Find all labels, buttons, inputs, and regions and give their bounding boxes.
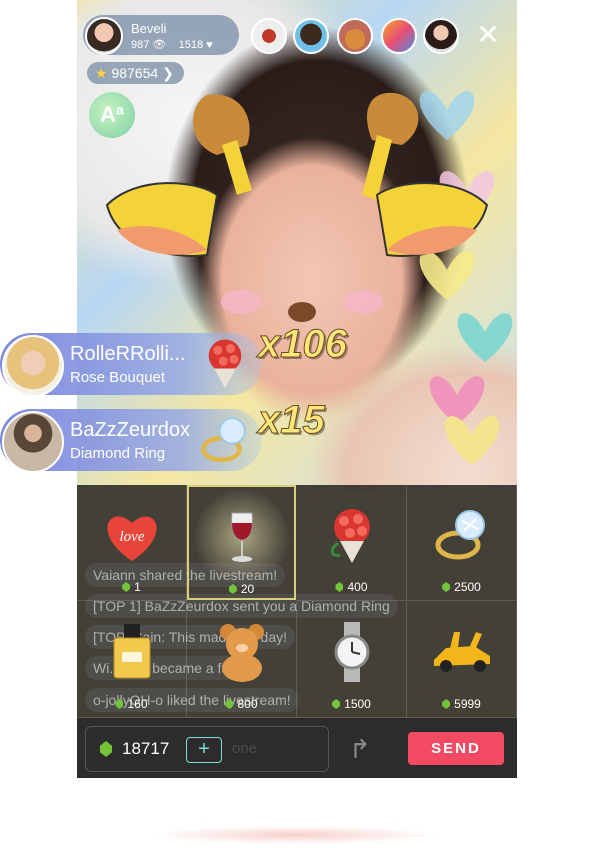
sender-name: BaZzZeurdox	[70, 419, 191, 441]
gift-price: 20	[240, 582, 255, 596]
balance-box: 18717 + one	[85, 726, 329, 772]
gift-notification: BaZzZeurdox Diamond Ring	[0, 409, 262, 473]
gift-price: 800	[237, 697, 258, 711]
close-icon[interactable]: ✕	[473, 20, 503, 50]
gift-count: x15	[258, 398, 326, 443]
viewer-avatar-5[interactable]	[423, 18, 459, 54]
gift-notification: RolleRRolli... Rose Bouquet	[0, 333, 262, 397]
gift-item-wine[interactable]: 20	[187, 485, 296, 600]
host-name: Beveli	[131, 21, 167, 36]
wine-glass-icon	[230, 512, 253, 562]
chevron-right-icon: ❯	[162, 65, 174, 81]
diamond-ring-icon	[200, 417, 246, 463]
host-avatar[interactable]	[85, 17, 123, 55]
gift-item-perfume[interactable]: 160	[77, 602, 187, 718]
viewer-avatar-2[interactable]	[293, 18, 329, 54]
giraffe-filter	[105, 92, 489, 322]
sports-car-icon	[433, 632, 490, 672]
message-input-placeholder[interactable]: one	[232, 740, 257, 757]
share-icon[interactable]: ↱	[349, 734, 371, 765]
bottom-bar: 18717 + one ↱ SEND	[77, 718, 517, 778]
gift-item-love[interactable]: love 1	[77, 485, 187, 601]
send-button[interactable]: SEND	[408, 732, 504, 765]
gift-item-teddy-bear[interactable]: 800	[187, 602, 297, 718]
gift-panel: Vaiann shared the livestream! [TOP 1] Ba…	[77, 485, 517, 718]
host-info-pill[interactable]: Beveli 987 👁 1518 ♥	[83, 15, 239, 55]
viewer-avatar-3[interactable]	[337, 18, 373, 54]
heart-icon: ♥	[206, 39, 213, 51]
gift-name: Diamond Ring	[70, 445, 166, 462]
rose-bouquet-icon	[330, 509, 370, 563]
coins-value: 987654	[111, 65, 159, 81]
gift-item-rose-bouquet[interactable]: 400	[297, 485, 407, 601]
gift-item-sports-car[interactable]: 5999	[407, 602, 517, 718]
gift-name: Rose Bouquet	[70, 369, 166, 386]
star-icon: ★	[95, 65, 108, 81]
gift-item-diamond-ring[interactable]: 2500	[407, 485, 517, 601]
gem-icon	[335, 582, 344, 592]
watch-icon	[334, 622, 369, 682]
like-count: 1518	[178, 39, 204, 51]
love-heart-icon: love	[106, 516, 157, 561]
gem-icon	[332, 699, 341, 709]
coins-pill[interactable]: ★ 987654 ❯	[87, 62, 184, 84]
teddy-bear-icon	[219, 624, 264, 682]
gem-icon	[115, 699, 124, 709]
gem-balance: 18717	[122, 739, 170, 758]
diamond-ring-icon	[435, 510, 485, 560]
gift-item-watch[interactable]: 1500	[297, 602, 407, 718]
perfume-bottle-icon	[113, 624, 150, 679]
viewer-avatar-1[interactable]	[251, 18, 287, 54]
host-stats: 987 👁 1518 ♥	[131, 38, 213, 51]
viewer-avatar-4[interactable]	[381, 18, 417, 54]
gift-price: 400	[347, 580, 368, 594]
gift-price: 1	[134, 580, 141, 594]
text-style-button[interactable]: Aª	[89, 92, 135, 138]
love-label: love	[119, 529, 144, 545]
gift-price: 1500	[344, 697, 371, 711]
sender-avatar[interactable]	[2, 335, 64, 397]
gift-price: 5999	[454, 697, 481, 711]
view-count: 987	[131, 39, 150, 51]
gem-icon	[225, 699, 234, 709]
sender-name: RolleRRolli...	[70, 343, 186, 365]
sender-avatar[interactable]	[2, 411, 64, 473]
gem-icon	[442, 699, 451, 709]
gem-icon	[442, 582, 451, 592]
rose-bouquet-icon	[208, 339, 242, 389]
gift-count: x106	[258, 322, 348, 367]
gem-icon	[100, 741, 112, 757]
add-gems-button[interactable]: +	[186, 737, 222, 763]
gift-price: 160	[127, 697, 148, 711]
eye-icon: 👁	[152, 39, 167, 51]
device-shadow	[150, 826, 440, 844]
gem-icon	[122, 582, 131, 592]
gem-icon	[228, 584, 237, 594]
gift-price: 2500	[454, 580, 481, 594]
